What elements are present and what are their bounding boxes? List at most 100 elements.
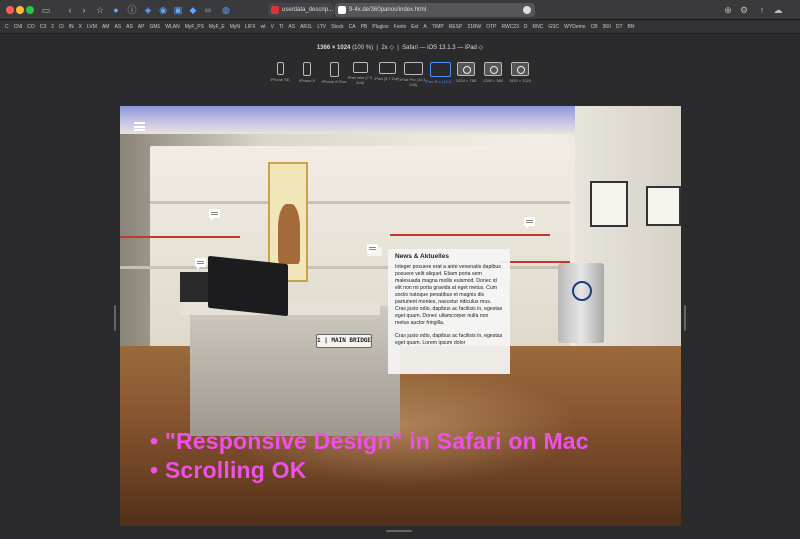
bookmark-item[interactable]: WLAN <box>165 21 179 33</box>
download-icon[interactable]: ⊕ <box>722 4 734 16</box>
tab-action-icon[interactable] <box>523 6 531 14</box>
sidebar-icon[interactable]: ▭ <box>40 4 52 16</box>
bookmark-item[interactable]: TI <box>279 21 283 33</box>
resize-handle-bottom[interactable] <box>386 530 412 532</box>
main-bridge-sign: 1 | MAIN BRIDGE <box>316 334 372 348</box>
tab-label: userdata_descrip... <box>282 7 334 13</box>
bookmark-item[interactable]: Plugins <box>372 21 388 33</box>
bookmark-item[interactable]: RWC23 <box>501 21 518 33</box>
monitor <box>208 255 288 317</box>
bookmark-item[interactable]: 360 <box>603 21 611 33</box>
bookmark-item[interactable]: AS <box>114 21 121 33</box>
bookmark-item[interactable]: DT <box>616 21 623 33</box>
responsive-info: 1366 × 1024 (100 %) | 2x ◇ | Safari — iO… <box>316 45 484 51</box>
camera-icon[interactable]: ◉ <box>157 4 169 16</box>
bookmark-item[interactable]: RNC <box>532 21 543 33</box>
bookmark-item[interactable]: AM <box>102 21 110 33</box>
device-ipad-pro-10[interactable]: iPad Pro (10,5 Zoll) <box>398 62 428 87</box>
hamburger-menu-icon[interactable] <box>134 122 145 131</box>
bookmark-item[interactable]: ARJL <box>300 21 312 33</box>
bookmark-item[interactable]: LTV <box>317 21 326 33</box>
forward-icon[interactable]: › <box>78 4 90 16</box>
bookmark-item[interactable]: BN <box>628 21 635 33</box>
info-hotspot-icon[interactable] <box>524 217 535 229</box>
star-icon[interactable]: ☆ <box>94 4 106 16</box>
device-iphone-se[interactable]: iPhone SE <box>265 62 295 82</box>
extension-5-icon[interactable]: ◍ <box>220 4 232 16</box>
minimize-window-button[interactable] <box>16 6 24 14</box>
bookmark-item[interactable]: LVM <box>87 21 97 33</box>
panorama-viewport[interactable]: 1 | MAIN BRIDGE News & Aktuelles Integer… <box>120 106 681 526</box>
resize-handle-left[interactable] <box>114 305 116 331</box>
bookmark-item[interactable]: Fonts <box>394 21 407 33</box>
tab-label: 9-4x.de/360panos/index.html <box>349 7 427 13</box>
bookmark-item[interactable]: AS <box>288 21 295 33</box>
info-icon[interactable]: ⓘ <box>126 4 138 16</box>
close-window-button[interactable] <box>6 6 14 14</box>
bookmark-item[interactable]: 2 <box>51 21 54 33</box>
device-iphone-8[interactable]: iPhone 8 <box>292 62 322 83</box>
device-1920x1024[interactable]: 1920 × 1024 <box>505 62 535 83</box>
scale-select[interactable]: 2x ◇ <box>381 45 394 51</box>
bookmark-item[interactable]: AP <box>138 21 145 33</box>
wall-frame <box>590 181 628 227</box>
bookmark-item[interactable]: MyN <box>230 21 240 33</box>
device-1280x960[interactable]: 1280 × 960 <box>478 62 508 83</box>
bookmark-item[interactable]: GM1 <box>149 21 160 33</box>
trolley <box>558 263 604 343</box>
bookmark-item[interactable]: 21RW <box>467 21 481 33</box>
extension-2-icon[interactable]: ▣ <box>172 4 184 16</box>
bookmark-item[interactable]: CA <box>349 21 356 33</box>
info-hotspot-icon[interactable] <box>195 258 206 270</box>
share-icon[interactable]: ↑ <box>756 4 768 16</box>
device-1024x768[interactable]: 1024 × 768 <box>451 62 481 83</box>
bookmark-item[interactable]: IN <box>69 21 74 33</box>
bookmark-item[interactable]: OTP <box>486 21 496 33</box>
bookmark-item[interactable]: X <box>79 21 82 33</box>
user-agent-select[interactable]: Safari — iOS 13.1.3 — iPad ◇ <box>402 45 483 51</box>
bookmark-item[interactable]: MyF_PS <box>185 21 204 33</box>
tab-userdata[interactable]: userdata_descrip... <box>268 3 334 17</box>
extension-3-icon[interactable]: ◆ <box>187 4 199 16</box>
news-popup[interactable]: News & Aktuelles Integer posuere erat a … <box>388 249 510 374</box>
back-icon[interactable]: ‹ <box>64 4 76 16</box>
bookmark-item[interactable]: CNI <box>14 21 23 33</box>
bookmark-item[interactable]: V <box>271 21 274 33</box>
bookmark-item[interactable]: Cl <box>59 21 64 33</box>
popup-title: News & Aktuelles <box>395 253 449 260</box>
reception-counter <box>190 306 400 436</box>
cloud-icon[interactable]: ☁ <box>772 4 784 16</box>
bookmark-item[interactable]: TIMP <box>432 21 444 33</box>
bookmark-item[interactable]: D <box>524 21 528 33</box>
extension-icon[interactable]: ● <box>110 4 122 16</box>
bookmark-item[interactable]: Ext <box>411 21 418 33</box>
tab-favicon <box>271 6 279 14</box>
shelf-strip <box>390 234 550 236</box>
bookmark-item[interactable]: CO <box>27 21 35 33</box>
bookmark-item[interactable]: MyF_E <box>209 21 225 33</box>
resize-handle-right[interactable] <box>684 305 686 331</box>
bookmark-item[interactable]: LIFX <box>245 21 256 33</box>
extension-4-icon[interactable]: ∞ <box>202 4 214 16</box>
bookmark-item[interactable]: Stock <box>331 21 344 33</box>
popup-paragraph: Cras justo odio, dapibus ac facilisis in… <box>395 333 503 346</box>
bookmark-item[interactable]: C3 <box>40 21 46 33</box>
device-ipad-mini[interactable]: iPad mini (7,9 Zoll) <box>345 62 375 85</box>
info-hotspot-icon[interactable] <box>209 209 220 221</box>
fullscreen-window-button[interactable] <box>26 6 34 14</box>
bookmark-item[interactable]: wt <box>261 21 266 33</box>
bookmark-item[interactable]: A <box>423 21 426 33</box>
device-picker: iPhone SE iPhone 8 iPhone 8 Plus iPad mi… <box>0 62 800 94</box>
bookmark-item[interactable]: GSC <box>548 21 559 33</box>
bookmark-item[interactable]: C <box>5 21 9 33</box>
shelf <box>150 201 570 204</box>
shield-icon[interactable]: ◈ <box>142 4 154 16</box>
bookmark-item[interactable]: CB <box>591 21 598 33</box>
tab-360panos[interactable]: 9-4x.de/360panos/index.html <box>335 3 535 17</box>
bookmark-item[interactable]: WYDemo <box>564 21 585 33</box>
settings-icon[interactable]: ⚙ <box>738 4 750 16</box>
bookmark-item[interactable]: AS <box>126 21 133 33</box>
bookmark-item[interactable]: PB <box>361 21 368 33</box>
tab-favicon <box>338 6 346 14</box>
bookmark-item[interactable]: RESP <box>449 21 463 33</box>
